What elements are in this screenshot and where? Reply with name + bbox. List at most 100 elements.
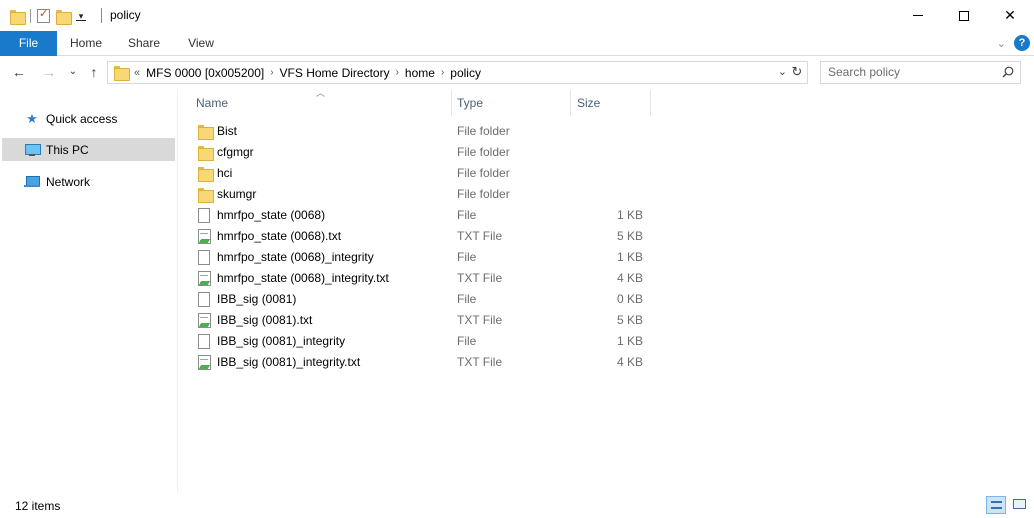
file-icon	[198, 250, 210, 265]
item-count: 12 items	[15, 499, 61, 513]
expand-ribbon-icon[interactable]: ⌄	[997, 37, 1006, 50]
column-header-type[interactable]: Type	[457, 90, 567, 116]
tab-file[interactable]: File	[0, 31, 57, 56]
column-header-size[interactable]: Size	[577, 90, 647, 116]
forward-button[interactable]: →	[40, 63, 58, 81]
minimize-icon	[913, 15, 923, 16]
breadcrumb-separator-icon[interactable]: ›	[441, 67, 444, 78]
breadcrumb-mfs[interactable]: MFS 0000 [0x005200]	[146, 66, 264, 80]
column-divider[interactable]	[451, 90, 452, 116]
computer-icon	[24, 143, 41, 156]
tab-view[interactable]: View	[177, 31, 225, 56]
file-name: hmrfpo_state (0068)_integrity	[217, 250, 374, 264]
file-icon-wrapper	[198, 187, 214, 203]
chevron-down-icon: ⌄	[68, 66, 78, 77]
file-size: 0 KB	[616, 292, 643, 306]
file-type: File folder	[457, 187, 510, 201]
file-size: 1 KB	[616, 334, 643, 348]
sidebar-item-network[interactable]: Network	[2, 170, 175, 193]
address-bar[interactable]: « MFS 0000 [0x005200] › VFS Home Directo…	[107, 61, 808, 84]
file-icon	[198, 334, 210, 349]
file-name: IBB_sig (0081)_integrity	[217, 334, 346, 348]
file-row[interactable]: Bist File folder	[186, 121, 656, 142]
file-row[interactable]: hmrfpo_state (0068)_integrity.txt TXT Fil…	[186, 268, 656, 289]
large-icons-view-button[interactable]	[1010, 496, 1030, 514]
file-icon-wrapper	[198, 124, 214, 140]
file-name: hmrfpo_state (0068).txt	[217, 229, 342, 243]
tab-home[interactable]: Home	[62, 31, 110, 56]
column-divider[interactable]	[570, 90, 571, 116]
title-separator	[101, 8, 102, 23]
maximize-icon	[959, 10, 969, 21]
folder-icon	[10, 9, 26, 25]
up-button[interactable]: ↑	[85, 63, 103, 81]
new-folder-icon[interactable]	[56, 9, 72, 25]
file-row[interactable]: hmrfpo_state (0068)_integrity File 1 KB	[186, 247, 656, 268]
sidebar-item-quick-access[interactable]: ★ Quick access	[2, 107, 175, 130]
file-type: TXT File	[457, 355, 503, 369]
breadcrumb-separator-icon[interactable]: ›	[270, 67, 273, 78]
breadcrumb-vfs-home[interactable]: VFS Home Directory	[280, 66, 390, 80]
file-icon-wrapper	[198, 166, 214, 182]
file-row[interactable]: hmrfpo_state (0068) File 1 KB	[186, 205, 656, 226]
file-icon	[198, 292, 210, 307]
search-input[interactable]: Search policy	[820, 61, 1021, 84]
quick-access-toolbar: ▾	[10, 6, 86, 26]
folder-icon	[198, 125, 214, 140]
file-row[interactable]: IBB_sig (0081).txt TXT File 5 KB	[186, 310, 656, 331]
title-bar: ▾ policy ✕	[0, 0, 1034, 31]
window-title: policy	[110, 8, 141, 22]
sidebar-item-this-pc[interactable]: This PC	[2, 138, 175, 161]
back-button[interactable]: ←	[10, 63, 28, 81]
refresh-icon[interactable]: ↻	[789, 64, 805, 80]
file-type: File folder	[457, 166, 510, 180]
file-type: File folder	[457, 145, 510, 159]
file-size: 5 KB	[616, 229, 643, 243]
address-dropdown-icon[interactable]: ⌄	[778, 65, 787, 78]
tab-share[interactable]: Share	[120, 31, 168, 56]
sidebar-item-label: This PC	[46, 142, 89, 157]
file-row[interactable]: IBB_sig (0081)_integrity File 1 KB	[186, 331, 656, 352]
minimize-button[interactable]	[895, 0, 941, 31]
close-button[interactable]: ✕	[987, 0, 1033, 31]
file-name: IBB_sig (0081).txt	[217, 313, 313, 327]
navigation-pane: ★ Quick access This PC Network	[0, 90, 178, 492]
sidebar-item-label: Network	[46, 174, 91, 189]
breadcrumb-policy[interactable]: policy	[450, 66, 481, 80]
recent-locations-button[interactable]: ⌄	[64, 63, 82, 81]
text-file-icon	[198, 355, 211, 370]
file-name: Bist	[217, 124, 238, 138]
file-type: File	[457, 250, 477, 264]
ribbon-tabs: File Home Share View ⌄ ?	[0, 31, 1034, 56]
breadcrumb-home[interactable]: home	[405, 66, 435, 80]
file-row[interactable]: skumgr File folder	[186, 184, 656, 205]
customize-toolbar-dropdown-icon[interactable]: ▾	[76, 11, 86, 21]
file-row[interactable]: IBB_sig (0081)_integrity.txt TXT File 4 KB	[186, 352, 656, 373]
details-view-button[interactable]	[986, 496, 1006, 514]
back-arrow-icon: ←	[12, 64, 26, 80]
maximize-button[interactable]	[941, 0, 987, 31]
sidebar-item-label: Quick access	[46, 111, 118, 126]
search-icon[interactable]	[1002, 66, 1014, 78]
file-icon-wrapper	[198, 334, 212, 349]
file-list: ︿ Name Type Size Bist File folder cfgmgr Fi…	[186, 88, 1034, 492]
column-header-name[interactable]: Name	[196, 90, 451, 116]
file-icon-wrapper	[198, 271, 212, 286]
properties-icon[interactable]	[37, 7, 50, 23]
help-icon[interactable]: ?	[1014, 35, 1030, 51]
overflow-chevron-icon[interactable]: «	[134, 67, 140, 79]
file-icon-wrapper	[198, 145, 214, 161]
ribbon-controls: ⌄ ?	[997, 35, 1030, 51]
status-bar: 12 items	[0, 492, 1034, 518]
file-type: TXT File	[457, 229, 503, 243]
file-name: cfgmgr	[217, 145, 254, 159]
column-divider[interactable]	[650, 90, 651, 116]
file-icon-wrapper	[198, 208, 212, 223]
file-row[interactable]: IBB_sig (0081) File 0 KB	[186, 289, 656, 310]
breadcrumb-separator-icon[interactable]: ›	[396, 67, 399, 78]
file-row[interactable]: hmrfpo_state (0068).txt TXT File 5 KB	[186, 226, 656, 247]
file-row[interactable]: hci File folder	[186, 163, 656, 184]
file-row[interactable]: cfgmgr File folder	[186, 142, 656, 163]
forward-arrow-icon: →	[42, 64, 56, 80]
file-name: hci	[217, 166, 233, 180]
